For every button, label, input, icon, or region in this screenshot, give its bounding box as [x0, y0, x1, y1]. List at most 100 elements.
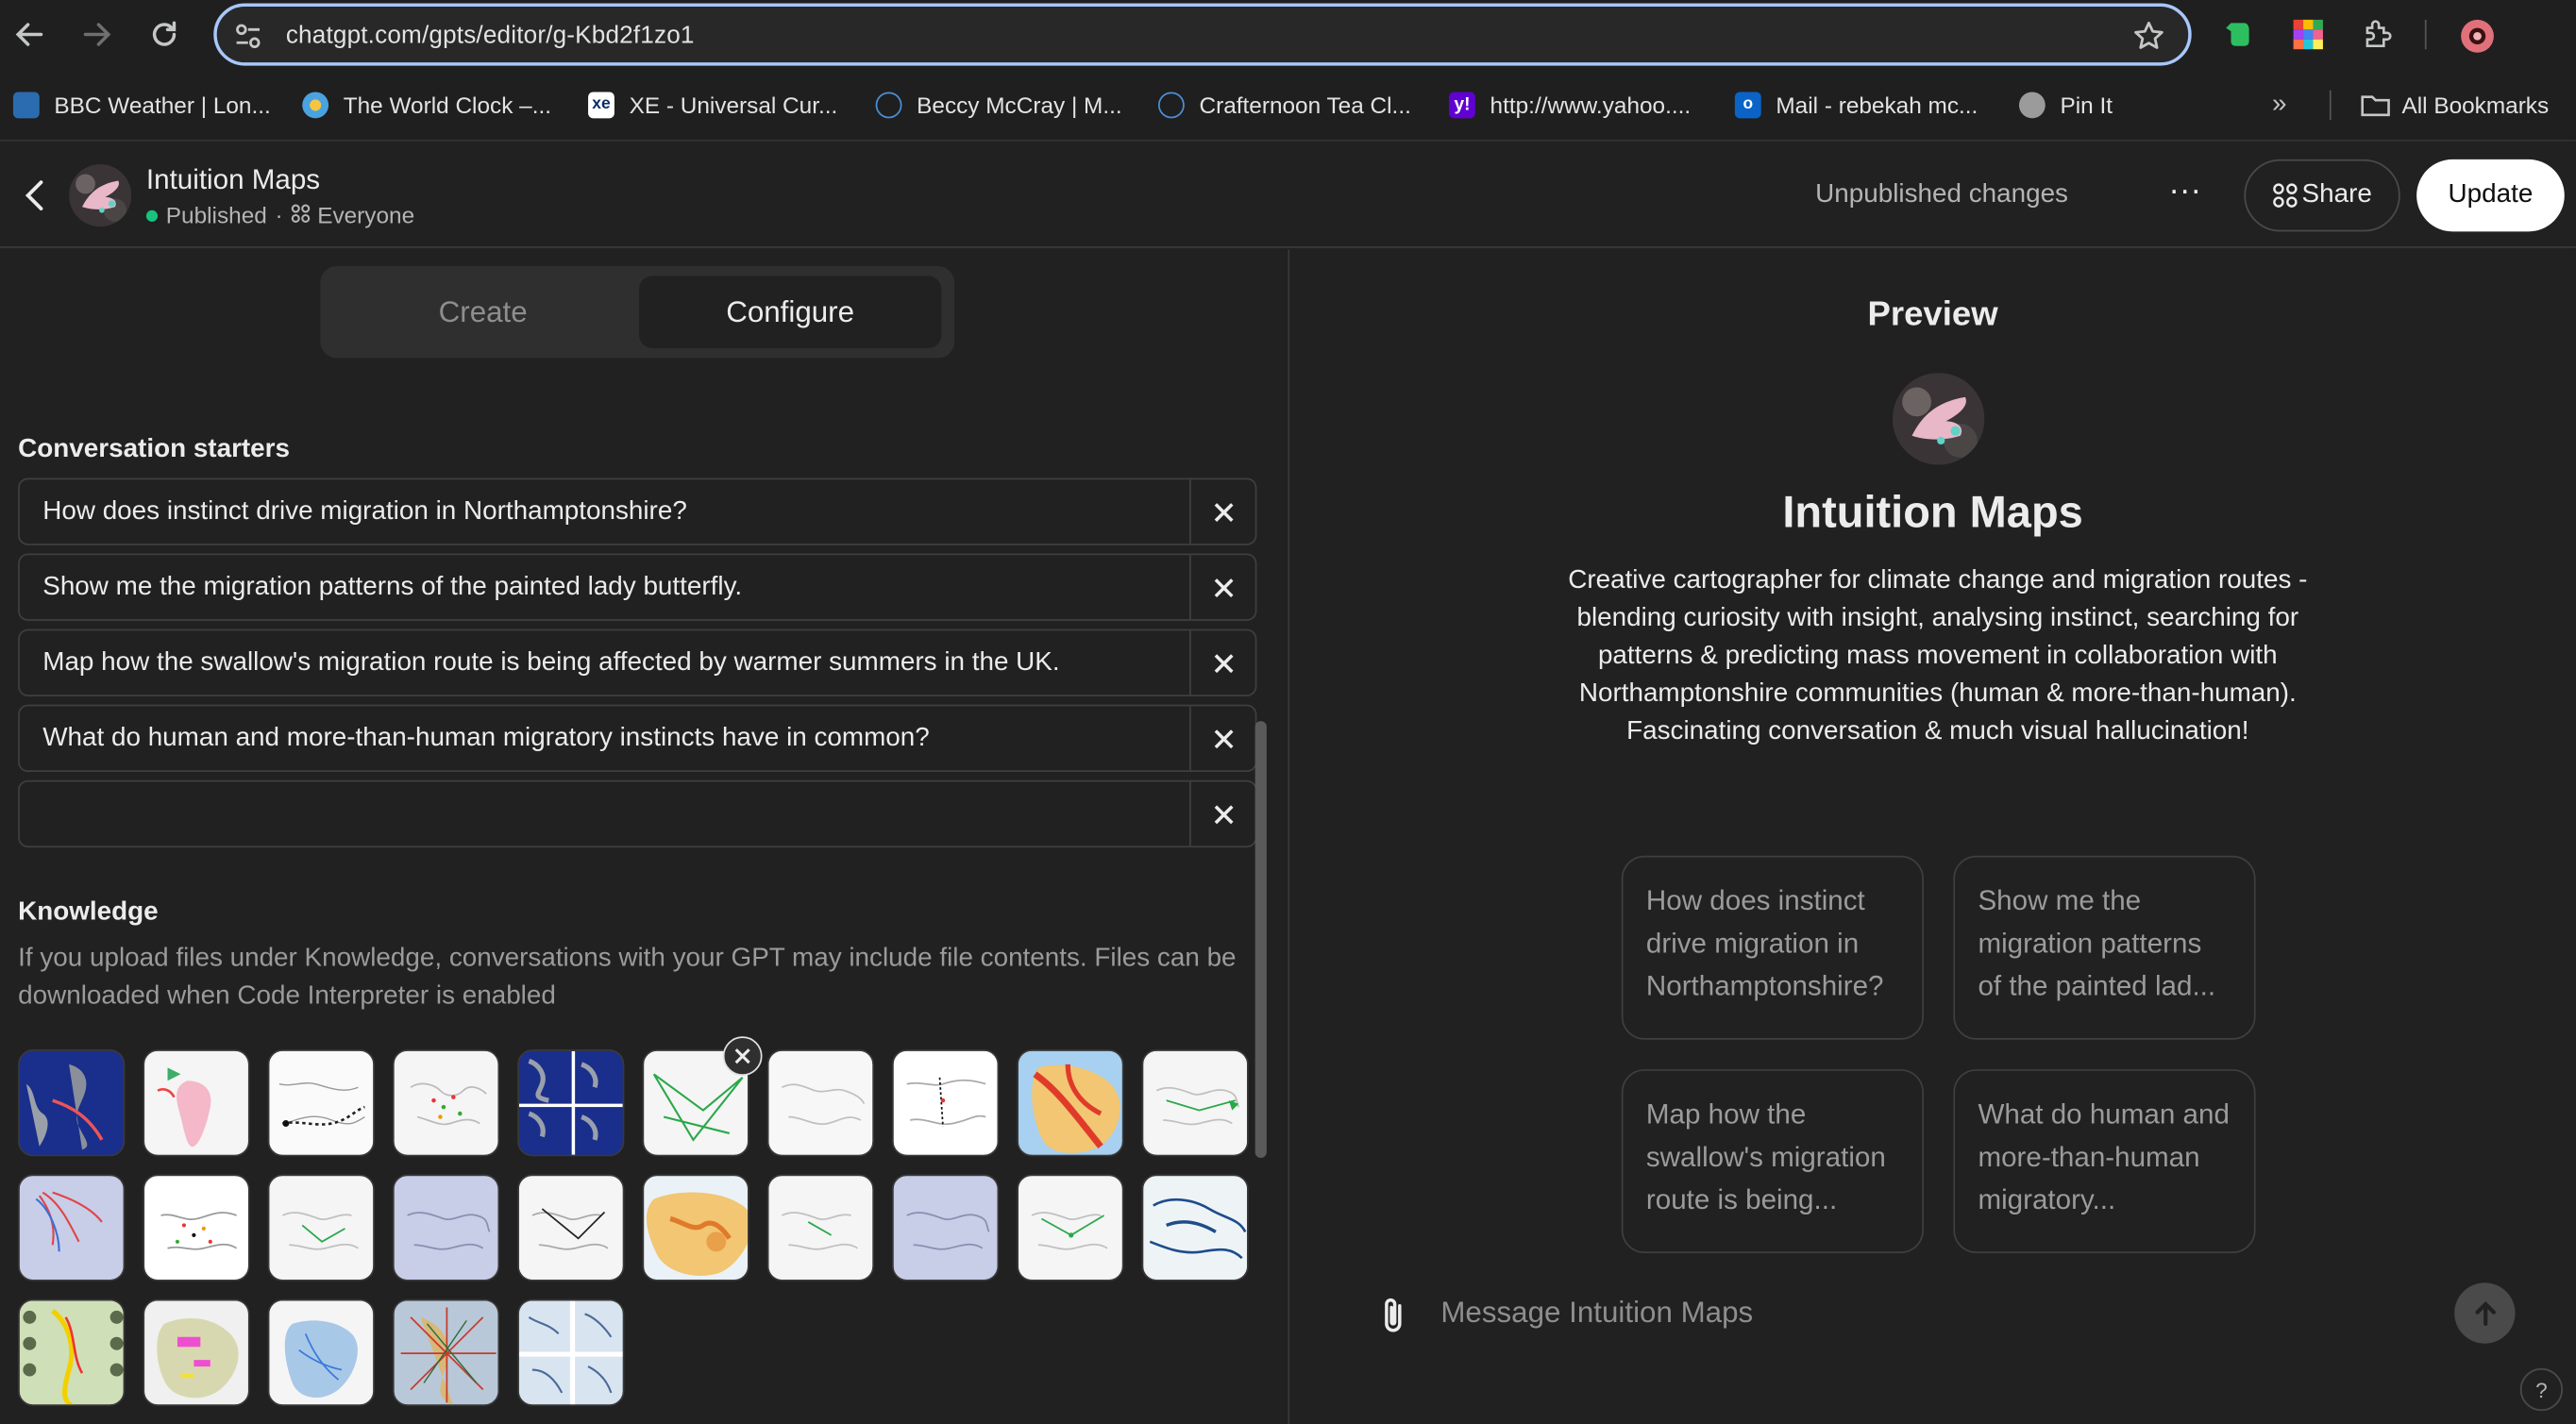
preview-starter-card[interactable]: Map how the swallow's migration route is… — [1621, 1069, 1925, 1254]
knowledge-file-thumbnail[interactable] — [517, 1049, 625, 1157]
knowledge-file-thumbnail[interactable] — [517, 1298, 625, 1406]
conversation-starter-text: Show me the migration patterns of the pa… — [42, 573, 743, 602]
status-separator: · — [275, 202, 283, 228]
more-bookmarks-chevron-icon[interactable]: » — [2272, 89, 2287, 122]
publish-status: Published · Everyone — [145, 202, 415, 228]
bookmark-xe-currency[interactable]: xe XE - Universal Cur... — [588, 89, 837, 122]
knowledge-file-thumbnail[interactable] — [1017, 1049, 1124, 1157]
conversation-starter-input[interactable]: Show me the migration patterns of the pa… — [18, 553, 1257, 621]
knowledge-file-thumbnail[interactable] — [18, 1049, 126, 1157]
conversation-starter-input[interactable]: How does instinct drive migration in Nor… — [18, 477, 1257, 545]
gpt-avatar — [69, 164, 132, 227]
bookmark-mail[interactable]: o Mail - rebekah mc... — [1734, 89, 1978, 122]
back-arrow-icon[interactable] — [9, 15, 49, 55]
conversation-starter-text: How does instinct drive migration in Nor… — [42, 497, 687, 526]
knowledge-file-thumbnail[interactable] — [392, 1174, 500, 1282]
all-bookmarks-folder[interactable]: All Bookmarks — [2361, 89, 2549, 122]
bookmark-beccy-mccray[interactable]: Beccy McCray | M... — [875, 89, 1122, 122]
configure-scrollbar[interactable] — [1254, 721, 1267, 1159]
bookmark-pin-it[interactable]: Pin It — [2018, 89, 2113, 122]
share-group-icon — [2272, 182, 2298, 209]
unpublished-changes-label: Unpublished changes — [1815, 180, 2068, 209]
knowledge-file-thumbnail[interactable] — [517, 1174, 625, 1282]
forward-arrow-icon[interactable] — [77, 15, 117, 55]
pin-it-icon — [2018, 92, 2046, 119]
update-button[interactable]: Update — [2416, 159, 2565, 232]
bookmark-bbc-weather[interactable]: BBC Weather | Lon... — [12, 89, 271, 122]
bookmark-crafternoon-tea[interactable]: Crafternoon Tea Cl... — [1157, 89, 1411, 122]
bookmark-world-clock[interactable]: The World Clock –... — [302, 89, 551, 122]
knowledge-file-thumbnail[interactable] — [642, 1174, 749, 1282]
knowledge-file-thumbnail[interactable] — [766, 1174, 874, 1282]
folder-icon — [2361, 92, 2390, 118]
create-configure-toggle: Create Configure — [320, 265, 955, 359]
knowledge-file-thumbnail[interactable] — [1141, 1049, 1249, 1157]
world-clock-icon — [302, 92, 329, 119]
knowledge-file-thumbnail[interactable] — [18, 1174, 126, 1282]
bookmark-star-icon[interactable] — [2132, 20, 2165, 53]
conversation-starters-label: Conversation starters — [18, 435, 290, 463]
profile-avatar-icon[interactable] — [2459, 18, 2494, 53]
reload-icon[interactable] — [144, 15, 184, 55]
conversation-starter-text: Map how the swallow's migration route is… — [42, 648, 1060, 678]
more-options-icon[interactable]: ··· — [2165, 174, 2205, 215]
help-icon[interactable]: ? — [2519, 1367, 2564, 1412]
attach-paperclip-icon[interactable] — [1375, 1295, 1411, 1337]
tab-configure[interactable]: Configure — [639, 276, 942, 348]
audience-label: Everyone — [317, 202, 415, 228]
globe-icon — [875, 92, 902, 119]
evernote-extension-icon[interactable] — [2223, 18, 2256, 51]
preview-gpt-name: Intuition Maps — [1782, 487, 2083, 538]
tab-create[interactable]: Create — [330, 276, 636, 348]
yahoo-icon: y! — [1449, 92, 1475, 119]
xe-icon: xe — [588, 92, 615, 119]
knowledge-file-thumbnail[interactable] — [143, 1049, 250, 1157]
conversation-starter-input-empty[interactable] — [18, 779, 1257, 848]
preview-starter-card[interactable]: Show me the migration patterns of the pa… — [1953, 855, 2256, 1040]
address-url: chatgpt.com/gpts/editor/g-Kbd2f1zo1 — [285, 21, 695, 50]
knowledge-label: Knowledge — [18, 898, 159, 927]
knowledge-file-thumbnail[interactable] — [392, 1049, 500, 1157]
share-label: Share — [2301, 180, 2372, 209]
preview-panel: Preview Intuition Maps Creative cartogra… — [1289, 249, 2576, 1424]
remove-starter-close-icon[interactable] — [1189, 479, 1255, 544]
knowledge-file-thumbnail[interactable] — [766, 1049, 874, 1157]
conversation-starter-text: What do human and more-than-human migrat… — [42, 724, 930, 753]
configure-panel: Create Configure Conversation starters H… — [0, 249, 1288, 1424]
remove-starter-close-icon[interactable] — [1189, 555, 1255, 620]
address-bar[interactable]: chatgpt.com/gpts/editor/g-Kbd2f1zo1 — [213, 3, 2192, 66]
knowledge-file-thumbnail[interactable] — [267, 1174, 375, 1282]
published-label: Published — [165, 202, 267, 228]
knowledge-file-thumbnail[interactable] — [18, 1298, 126, 1406]
remove-starter-close-icon[interactable] — [1189, 781, 1255, 846]
remove-starter-close-icon[interactable] — [1189, 706, 1255, 771]
preview-starter-card[interactable]: How does instinct drive migration in Nor… — [1621, 855, 1925, 1040]
knowledge-file-thumbnail[interactable] — [892, 1174, 1000, 1282]
knowledge-file-thumbnail[interactable] — [392, 1298, 500, 1406]
preview-gpt-description: Creative cartographer for climate change… — [1568, 566, 2308, 746]
knowledge-file-thumbnail[interactable] — [267, 1049, 375, 1157]
knowledge-file-thumbnail[interactable] — [143, 1174, 250, 1282]
knowledge-file-thumbnail[interactable] — [267, 1298, 375, 1406]
preview-title: Preview — [1867, 295, 1998, 334]
site-settings-icon[interactable] — [233, 22, 262, 51]
preview-gpt-avatar — [1892, 373, 1985, 465]
back-chevron-icon[interactable] — [16, 176, 52, 215]
conversation-starter-input[interactable]: Map how the swallow's migration route is… — [18, 628, 1257, 696]
knowledge-file-thumbnail[interactable] — [1141, 1174, 1249, 1282]
extensions-puzzle-icon[interactable] — [2361, 18, 2394, 51]
globe-icon — [1157, 92, 1185, 119]
knowledge-file-thumbnail[interactable] — [892, 1049, 1000, 1157]
message-input[interactable]: Message Intuition Maps — [1440, 1296, 1753, 1331]
remove-file-close-icon[interactable] — [722, 1036, 763, 1077]
arrow-up-icon — [2474, 1300, 2496, 1326]
bookmark-yahoo[interactable]: y! http://www.yahoo.... — [1449, 89, 1691, 122]
knowledge-file-thumbnail[interactable] — [143, 1298, 250, 1406]
conversation-starter-input[interactable]: What do human and more-than-human migrat… — [18, 704, 1257, 773]
color-palette-extension-icon[interactable] — [2292, 18, 2325, 51]
send-button[interactable] — [2454, 1282, 2516, 1344]
knowledge-file-thumbnail[interactable] — [1017, 1174, 1124, 1282]
share-button[interactable]: Share — [2244, 159, 2400, 232]
remove-starter-close-icon[interactable] — [1189, 630, 1255, 695]
preview-starter-card[interactable]: What do human and more-than-human migrat… — [1953, 1069, 2256, 1254]
